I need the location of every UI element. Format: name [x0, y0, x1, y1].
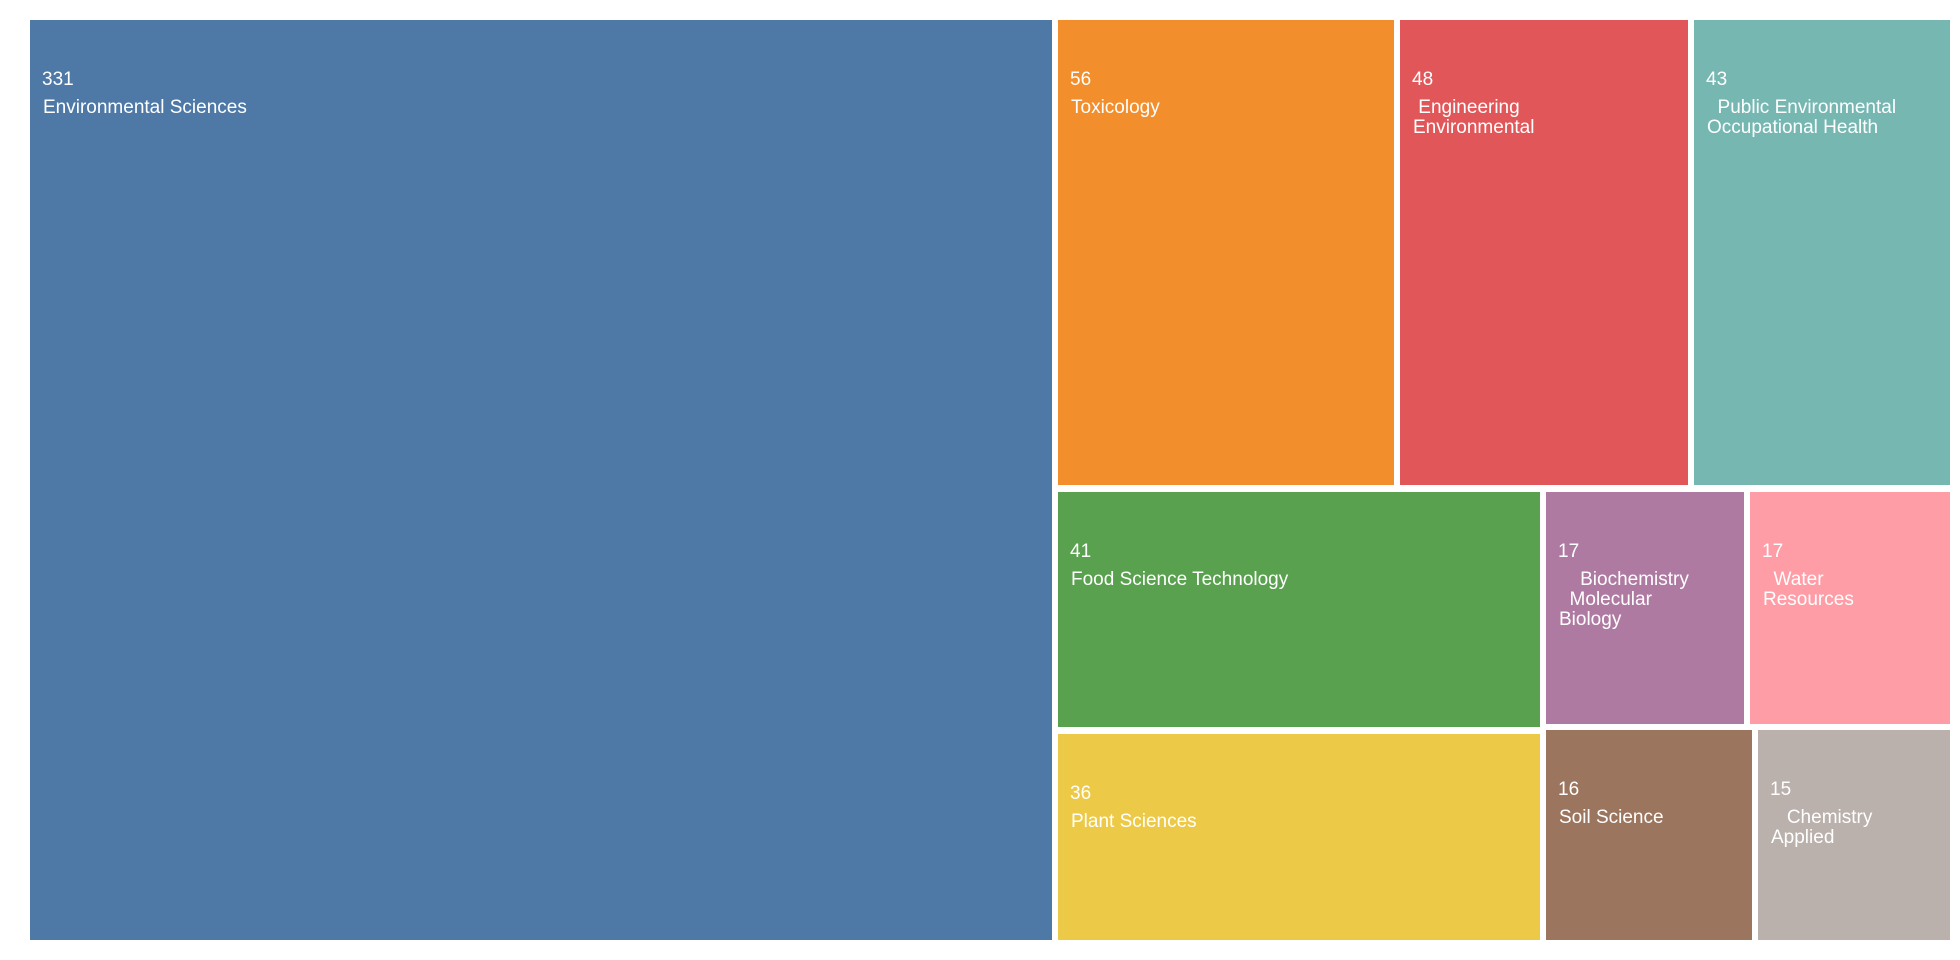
tile-label: Food Science Technology: [1071, 569, 1289, 590]
tile-value: 15: [1770, 779, 1792, 800]
tile-value: 16: [1558, 779, 1580, 800]
tile-label: Plant Sciences: [1071, 811, 1197, 832]
tile-label: Engineering Environmental: [1413, 97, 1535, 138]
treemap-tile-chemistry-applied: 15 Chemistry Applied: [1758, 730, 1950, 940]
tile-label: Chemistry Applied: [1771, 807, 1873, 848]
tile-label: Biochemistry Molecular Biology: [1559, 569, 1689, 630]
tile-value: 36: [1070, 783, 1092, 804]
treemap-chart: 331 Environmental Sciences 56 Toxicology 48 …: [0, 0, 1960, 960]
treemap-tile-toxicology: 56 Toxicology: [1058, 20, 1394, 485]
tile-value: 331: [42, 69, 74, 90]
tile-value: 17: [1762, 541, 1784, 562]
treemap-tile-engineering-environmental: 48 Engineering Environmental: [1400, 20, 1688, 485]
treemap-tile-food-science-technology: 41 Food Science Technology: [1058, 492, 1540, 727]
tile-label: Toxicology: [1071, 97, 1160, 118]
treemap-tile-soil-science: 16 Soil Science: [1546, 730, 1752, 940]
treemap-tile-public-environmental-occupational-health: 43 Public Environmental Occupational Hea…: [1694, 20, 1950, 485]
tile-value: 56: [1070, 69, 1092, 90]
treemap-tile-plant-sciences: 36 Plant Sciences: [1058, 734, 1540, 940]
tile-value: 17: [1558, 541, 1580, 562]
treemap-tile-biochemistry-molecular-biology: 17 Biochemistry Molecular Biology: [1546, 492, 1744, 724]
tile-label: Environmental Sciences: [43, 97, 247, 118]
tile-label: Water Resources: [1763, 569, 1854, 610]
treemap-tile-water-resources: 17 Water Resources: [1750, 492, 1950, 724]
tile-label: Public Environmental Occupational Health: [1707, 97, 1897, 138]
tile-value: 41: [1070, 541, 1092, 562]
tile-value: 48: [1412, 69, 1434, 90]
tile-label: Soil Science: [1559, 807, 1664, 828]
treemap-tile-environmental-sciences: 331 Environmental Sciences: [30, 20, 1052, 940]
tile-value: 43: [1706, 69, 1728, 90]
